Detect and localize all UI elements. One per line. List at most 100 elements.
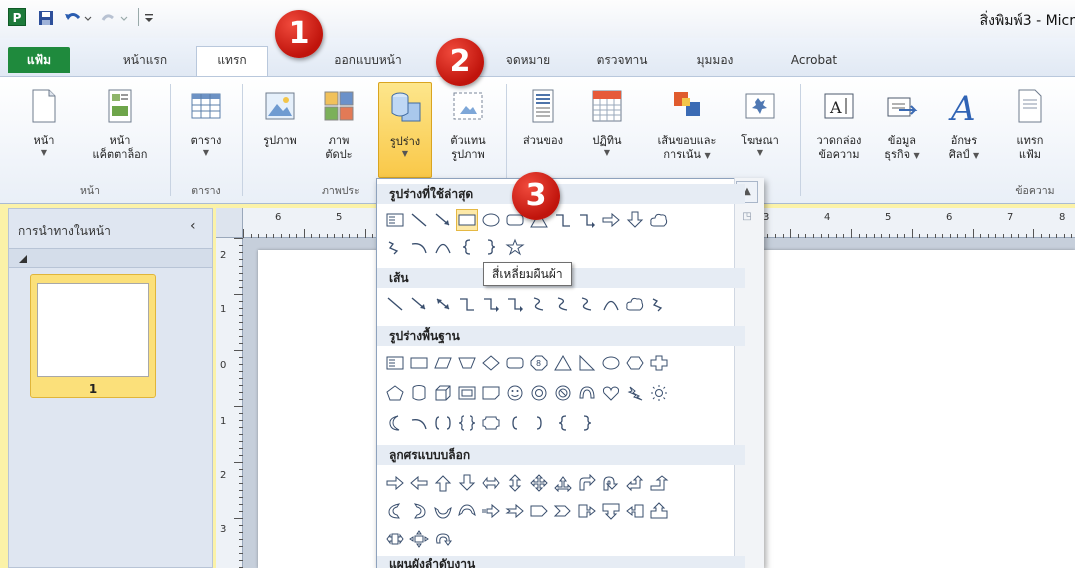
pentagon-shape-icon[interactable]: [384, 382, 406, 404]
gallery-scrollbar[interactable]: [734, 178, 764, 568]
elbow-shape-icon[interactable]: [552, 209, 574, 231]
elbowarrow-shape-icon[interactable]: [480, 293, 502, 315]
diamond-shape-icon[interactable]: [480, 352, 502, 374]
textbox-shape-icon[interactable]: [384, 352, 406, 374]
dblarrow-shape-icon[interactable]: [432, 293, 454, 315]
line-shape-icon[interactable]: [384, 293, 406, 315]
rbrace-shape-icon[interactable]: [480, 236, 502, 258]
tri-shape-icon[interactable]: [552, 352, 574, 374]
plaque-shape-icon[interactable]: [480, 412, 502, 434]
curvedr-shape-icon[interactable]: [384, 500, 406, 522]
curve-shape-icon[interactable]: [600, 293, 622, 315]
fold-shape-icon[interactable]: [480, 382, 502, 404]
uarrow-shape-icon[interactable]: [432, 472, 454, 494]
table-button[interactable]: ตาราง ▼: [180, 82, 232, 178]
arc-shape-icon[interactable]: [408, 412, 430, 434]
larrow-shape-icon[interactable]: [408, 472, 430, 494]
sun-shape-icon[interactable]: [648, 382, 670, 404]
elbowarrow-shape-icon[interactable]: [504, 293, 526, 315]
can-shape-icon[interactable]: [408, 382, 430, 404]
rtri-shape-icon[interactable]: [576, 352, 598, 374]
rarrow-shape-icon[interactable]: [384, 472, 406, 494]
save-icon[interactable]: [36, 8, 56, 28]
ruler-corner[interactable]: [216, 208, 243, 238]
cloud-shape-icon[interactable]: [624, 293, 646, 315]
customize-qat-icon[interactable]: [142, 8, 156, 28]
tab-view[interactable]: มุมมอง: [680, 47, 750, 73]
gallery-more-icon[interactable]: ◳: [736, 206, 758, 228]
lup-shape-icon[interactable]: [624, 472, 646, 494]
noentry-shape-icon[interactable]: [552, 382, 574, 404]
rrect-shape-icon[interactable]: [504, 352, 526, 374]
bent-shape-icon[interactable]: [576, 472, 598, 494]
lrup-shape-icon[interactable]: [552, 472, 574, 494]
page-navigation-section[interactable]: [9, 248, 212, 268]
quadcallout-shape-icon[interactable]: [408, 528, 430, 550]
catalog-page-button[interactable]: หน้า แค็ตตาล็อก: [84, 82, 156, 178]
bevel-shape-icon[interactable]: [456, 382, 478, 404]
elbowarrow-shape-icon[interactable]: [576, 209, 598, 231]
lrarrow-shape-icon[interactable]: [480, 472, 502, 494]
tab-review[interactable]: ตรวจทาน: [582, 47, 662, 73]
dblbracket-shape-icon[interactable]: [432, 412, 454, 434]
trap-shape-icon[interactable]: [456, 352, 478, 374]
dblbrace-shape-icon[interactable]: [456, 412, 478, 434]
lbracket-shape-icon[interactable]: [504, 412, 526, 434]
heart-shape-icon[interactable]: [600, 382, 622, 404]
rect-shape-icon[interactable]: [408, 352, 430, 374]
uturn-shape-icon[interactable]: [600, 472, 622, 494]
oval-shape-icon[interactable]: [480, 209, 502, 231]
arc-shape-icon[interactable]: [408, 236, 430, 258]
blockarc-shape-icon[interactable]: [576, 382, 598, 404]
curvedu-shape-icon[interactable]: [432, 500, 454, 522]
borders-accents-button[interactable]: เส้นขอบและ การเน้น ▼: [640, 82, 734, 178]
tab-insert[interactable]: แทรก: [196, 46, 268, 76]
darrow-shape-icon[interactable]: [456, 472, 478, 494]
tab-acrobat[interactable]: Acrobat: [778, 47, 850, 73]
draw-text-box-button[interactable]: A วาดกล่อง ข้อความ: [808, 82, 870, 178]
rbrace-shape-icon[interactable]: [576, 412, 598, 434]
arrowline-shape-icon[interactable]: [432, 209, 454, 231]
tab-home[interactable]: หน้าแรก: [100, 47, 190, 73]
undo-icon[interactable]: [62, 8, 94, 28]
business-information-button[interactable]: ข้อมูล ธุรกิจ ▼: [872, 82, 932, 178]
insert-file-button[interactable]: แทรก แฟ้ม: [1002, 82, 1058, 178]
collapse-pane-icon[interactable]: ‹: [190, 218, 196, 234]
circarrow-shape-icon[interactable]: [432, 528, 454, 550]
rarrow-shape-icon[interactable]: [600, 209, 622, 231]
vertical-ruler[interactable]: 2 1 0 1 2 3: [216, 238, 243, 568]
tab-page-design[interactable]: ออกแบบหน้า: [318, 47, 418, 73]
calendar-button[interactable]: ปฏิทิน ▼: [582, 82, 632, 178]
shapes-button[interactable]: รูปร่าง ▼: [378, 82, 432, 178]
bentup-shape-icon[interactable]: [648, 472, 670, 494]
pentarrow-shape-icon[interactable]: [528, 500, 550, 522]
udarrow-shape-icon[interactable]: [504, 472, 526, 494]
octagon-shape-icon[interactable]: 8: [528, 352, 550, 374]
para-shape-icon[interactable]: [432, 352, 454, 374]
arrowline-shape-icon[interactable]: [408, 293, 430, 315]
elbow-shape-icon[interactable]: [456, 293, 478, 315]
moon-shape-icon[interactable]: [384, 412, 406, 434]
rcallout-shape-icon[interactable]: [576, 500, 598, 522]
lrcallout-shape-icon[interactable]: [384, 528, 406, 550]
cube-shape-icon[interactable]: [432, 382, 454, 404]
chevron-shape-icon[interactable]: [552, 500, 574, 522]
notched-shape-icon[interactable]: [504, 500, 526, 522]
quad-shape-icon[interactable]: [528, 472, 550, 494]
clip-art-button[interactable]: ภาพ ตัดปะ: [316, 82, 362, 178]
lcallout-shape-icon[interactable]: [624, 500, 646, 522]
picture-button[interactable]: รูปภาพ: [252, 82, 308, 178]
plus-shape-icon[interactable]: [648, 352, 670, 374]
freeform-shape-icon[interactable]: [384, 236, 406, 258]
bolt-shape-icon[interactable]: [624, 382, 646, 404]
textbox-shape-icon[interactable]: [384, 209, 406, 231]
scurve-shape-icon[interactable]: [552, 293, 574, 315]
picture-placeholder-button[interactable]: ตัวแทน รูปภาพ: [440, 82, 496, 178]
ucallout-shape-icon[interactable]: [648, 500, 670, 522]
cloud-shape-icon[interactable]: [648, 209, 670, 231]
publisher-app-icon[interactable]: P: [8, 8, 26, 26]
rbracket-shape-icon[interactable]: [528, 412, 550, 434]
curvedl-shape-icon[interactable]: [408, 500, 430, 522]
tab-file[interactable]: แฟ้ม: [8, 47, 70, 73]
curve-shape-icon[interactable]: [432, 236, 454, 258]
